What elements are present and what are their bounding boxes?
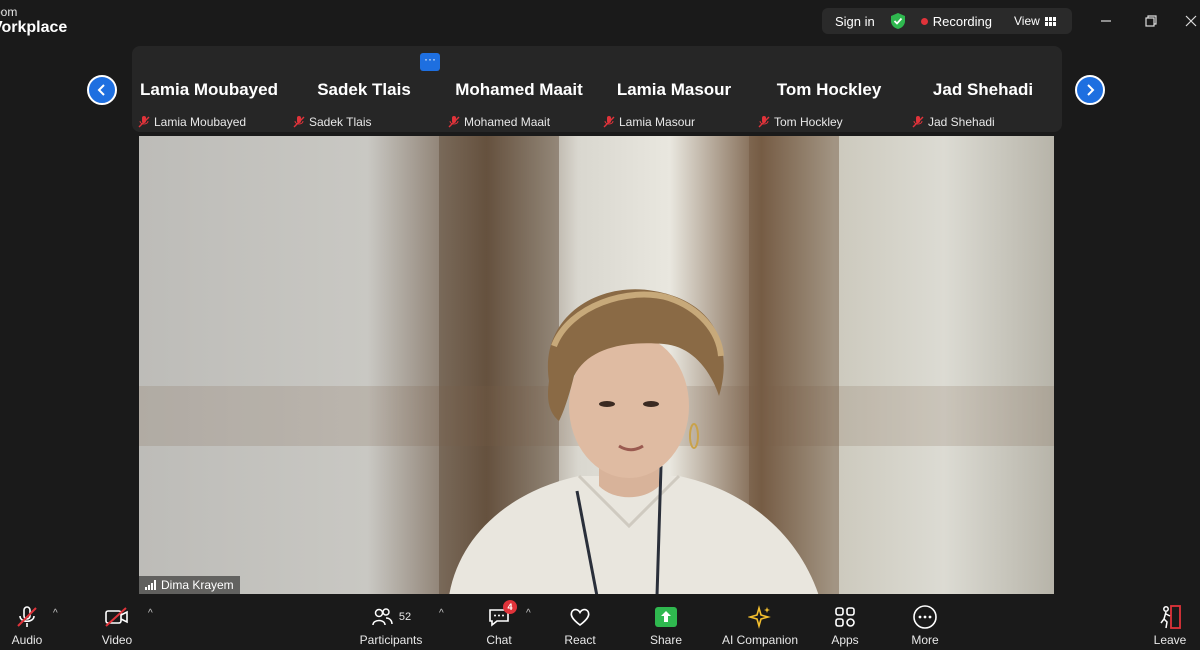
- close-icon: [1185, 15, 1197, 27]
- participant-name: Jad Shehadi: [932, 80, 1034, 99]
- minimize-button[interactable]: [1095, 10, 1117, 32]
- speaker-label: Dima Krayem: [139, 576, 240, 594]
- participant-label-text: Lamia Masour: [619, 115, 696, 129]
- apps-label: Apps: [831, 633, 859, 647]
- participant-name: Lamia Moubayed: [140, 80, 278, 99]
- sparkle-icon: [748, 605, 771, 629]
- participants-count: 52: [398, 611, 412, 623]
- title-bar: oom Vorkplace Sign in Recording View: [0, 0, 1200, 44]
- participant-label-text: Jad Shehadi: [928, 115, 995, 129]
- mic-muted-icon: [138, 116, 150, 128]
- ai-companion-label: AI Companion: [721, 633, 799, 647]
- app-title-line1: oom: [0, 5, 18, 19]
- leave-door-icon: [1160, 605, 1181, 629]
- participant-label: Jad Shehadi: [911, 113, 995, 131]
- share-label: Share: [649, 633, 683, 647]
- audio-options-caret-icon[interactable]: ^: [53, 608, 58, 619]
- camera-off-icon: [105, 607, 128, 627]
- video-options-caret-icon[interactable]: ^: [148, 608, 153, 619]
- grid-icon: [1044, 16, 1056, 26]
- recording-dot-icon: [920, 17, 928, 25]
- participant-label: Tom Hockley: [757, 113, 843, 131]
- view-label: View: [1014, 14, 1040, 28]
- audio-label: Audio: [11, 633, 43, 647]
- participant-tile[interactable]: Lamia Masour Lamia Masour: [597, 46, 751, 132]
- mic-muted-icon: [603, 116, 615, 128]
- mic-muted-icon: [448, 116, 460, 128]
- app-title: oom Vorkplace: [0, 4, 67, 36]
- recording-label[interactable]: Recording: [933, 14, 992, 29]
- share-screen-icon: [655, 607, 677, 627]
- more-dots-icon: [913, 605, 937, 629]
- participant-label-text: Sadek Tlais: [309, 115, 372, 129]
- mic-muted-icon: [17, 606, 37, 627]
- participant-name: Tom Hockley: [776, 80, 882, 99]
- participant-name: Sadek Tlais: [317, 80, 411, 99]
- more-button[interactable]: More: [907, 596, 943, 650]
- minimize-icon: [1101, 20, 1111, 22]
- participants-label: Participants: [359, 633, 423, 647]
- view-button[interactable]: View: [1014, 14, 1056, 28]
- meeting-toolbar: Audio ^ Video ^ 52 Participants ^ Chat 4…: [0, 596, 1200, 650]
- chat-unread-badge: 4: [503, 600, 517, 614]
- speaker-name: Dima Krayem: [161, 578, 234, 592]
- participant-tile[interactable]: Jad Shehadi Jad Shehadi: [906, 46, 1060, 132]
- mic-muted-icon: [912, 116, 924, 128]
- strip-next-button[interactable]: [1075, 75, 1105, 105]
- leave-label: Leave: [1153, 633, 1187, 647]
- mic-muted-icon: [758, 116, 770, 128]
- sign-in-link[interactable]: Sign in: [835, 14, 875, 29]
- participant-label-text: Lamia Moubayed: [154, 115, 247, 129]
- participant-label: Lamia Masour: [602, 113, 695, 131]
- mic-muted-icon: [293, 116, 305, 128]
- restore-icon: [1145, 15, 1157, 27]
- speaker-figure: [449, 289, 819, 594]
- participant-label: Lamia Moubayed: [137, 113, 246, 131]
- app-title-line2: Vorkplace: [0, 19, 68, 36]
- react-button[interactable]: React: [562, 596, 598, 650]
- heart-icon: [570, 608, 590, 627]
- apps-button[interactable]: Apps: [828, 596, 862, 650]
- apps-icon: [835, 607, 855, 627]
- participant-tile[interactable]: Lamia Moubayed Lamia Moubayed: [132, 46, 286, 132]
- participant-label: Sadek Tlais: [292, 113, 371, 131]
- audio-button[interactable]: Audio: [6, 596, 48, 650]
- participant-tile[interactable]: Tom Hockley Tom Hockley: [752, 46, 906, 132]
- more-label: More: [911, 633, 939, 647]
- participant-label-text: Tom Hockley: [774, 115, 843, 129]
- chevron-right-icon: [1087, 84, 1095, 96]
- people-icon: [372, 608, 393, 626]
- chevron-left-icon: [97, 84, 105, 96]
- react-label: React: [564, 633, 596, 647]
- participants-button[interactable]: 52 Participants: [356, 596, 426, 650]
- video-button[interactable]: Video: [96, 596, 138, 650]
- participant-name: Lamia Masour: [616, 80, 732, 99]
- status-pill: Sign in Recording View: [822, 8, 1072, 34]
- ai-companion-button[interactable]: AI Companion: [719, 596, 801, 650]
- video-label: Video: [101, 633, 133, 647]
- participant-label: Mohamed Maait: [447, 113, 550, 131]
- restore-button[interactable]: [1140, 10, 1162, 32]
- shield-check-icon[interactable]: [889, 12, 907, 30]
- active-speaker-video[interactable]: Dima Krayem: [139, 136, 1054, 594]
- share-button[interactable]: Share: [648, 596, 684, 650]
- chat-label: Chat: [486, 633, 512, 647]
- chat-options-caret-icon[interactable]: ^: [526, 608, 531, 619]
- signal-bars-icon: [145, 580, 156, 590]
- participant-name: Mohamed Maait: [455, 80, 583, 99]
- participants-options-caret-icon[interactable]: ^: [439, 608, 444, 619]
- participant-tile[interactable]: Mohamed Maait Mohamed Maait: [442, 46, 596, 132]
- close-button[interactable]: [1180, 10, 1200, 32]
- strip-prev-button[interactable]: [87, 75, 117, 105]
- leave-button[interactable]: Leave: [1151, 596, 1189, 650]
- participant-tile[interactable]: Sadek Tlais Sadek Tlais: [287, 46, 441, 132]
- participant-label-text: Mohamed Maait: [464, 115, 551, 129]
